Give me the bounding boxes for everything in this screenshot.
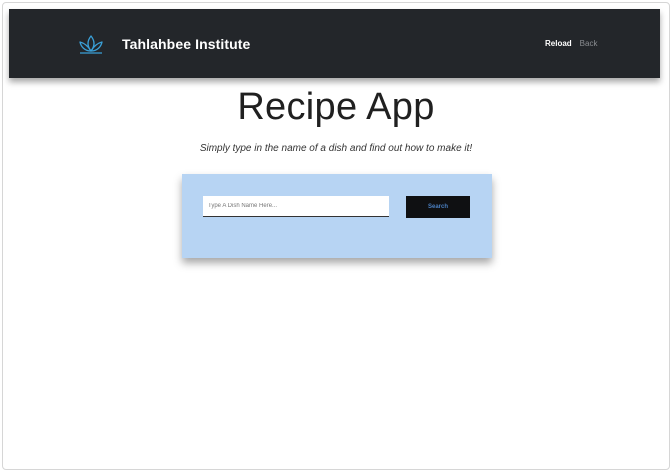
- brand-name: Tahlahbee Institute: [122, 36, 251, 52]
- navbar: Tahlahbee Institute Reload Back: [9, 9, 660, 78]
- page-subtitle: Simply type in the name of a dish and fi…: [199, 143, 473, 154]
- dish-search-input[interactable]: [203, 196, 389, 217]
- brand-link[interactable]: Tahlahbee Institute: [77, 33, 250, 55]
- nav-links: Reload Back: [545, 39, 597, 48]
- lotus-icon: [77, 33, 105, 55]
- search-button[interactable]: Search: [406, 196, 470, 218]
- search-card: Search: [182, 174, 492, 258]
- page-title: Recipe App: [237, 86, 435, 128]
- reload-link[interactable]: Reload: [545, 39, 572, 48]
- back-link[interactable]: Back: [580, 39, 598, 48]
